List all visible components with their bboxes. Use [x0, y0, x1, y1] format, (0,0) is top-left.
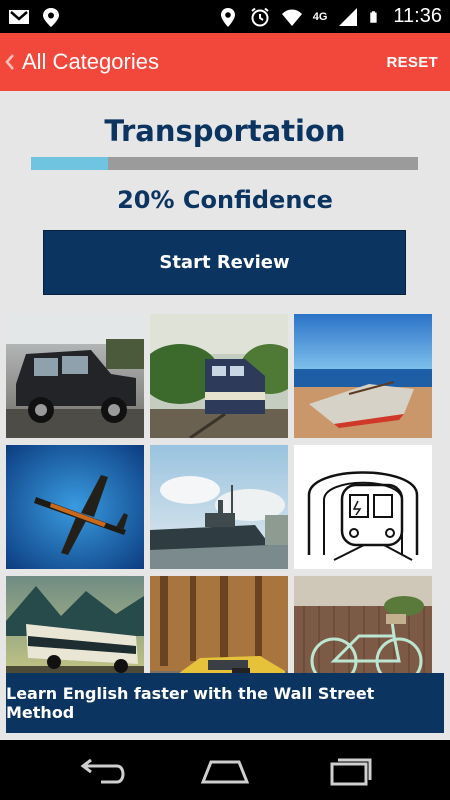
confidence-progress-bar: [31, 157, 418, 170]
train-image[interactable]: [150, 314, 288, 438]
chevron-left-icon: [5, 54, 14, 70]
airplane-image[interactable]: [6, 445, 144, 569]
action-bar: All Categories RESET: [0, 33, 450, 91]
navigation-bar: [0, 740, 450, 800]
alarm-icon: [251, 7, 269, 26]
back-button[interactable]: All Categories: [4, 33, 159, 91]
recent-apps-icon[interactable]: [320, 752, 380, 788]
subway-drawing-image[interactable]: [294, 445, 432, 569]
network-type: 4G: [312, 10, 328, 23]
gmail-icon: [9, 10, 29, 24]
boat-image[interactable]: [294, 314, 432, 438]
clock: 11:36: [393, 5, 442, 27]
status-bar: 4G 11:36: [0, 0, 450, 33]
maps-icon: [43, 8, 59, 27]
category-title: Transportation: [104, 114, 346, 148]
wifi-icon: [281, 9, 302, 26]
back-title: All Categories: [22, 49, 159, 74]
promo-banner[interactable]: Learn English faster with the Wall Stree…: [6, 673, 444, 733]
signal-icon: [339, 7, 358, 26]
back-icon[interactable]: [71, 752, 131, 788]
battery-icon: [370, 10, 378, 23]
home-icon[interactable]: [195, 752, 255, 788]
location-icon: [220, 7, 235, 27]
reset-button[interactable]: RESET: [386, 33, 438, 91]
progress-fill: [31, 157, 109, 170]
confidence-label: 20% Confidence: [117, 186, 333, 214]
ship-image[interactable]: [150, 445, 288, 569]
start-review-button[interactable]: Start Review: [43, 230, 406, 295]
car-image[interactable]: [6, 314, 144, 438]
